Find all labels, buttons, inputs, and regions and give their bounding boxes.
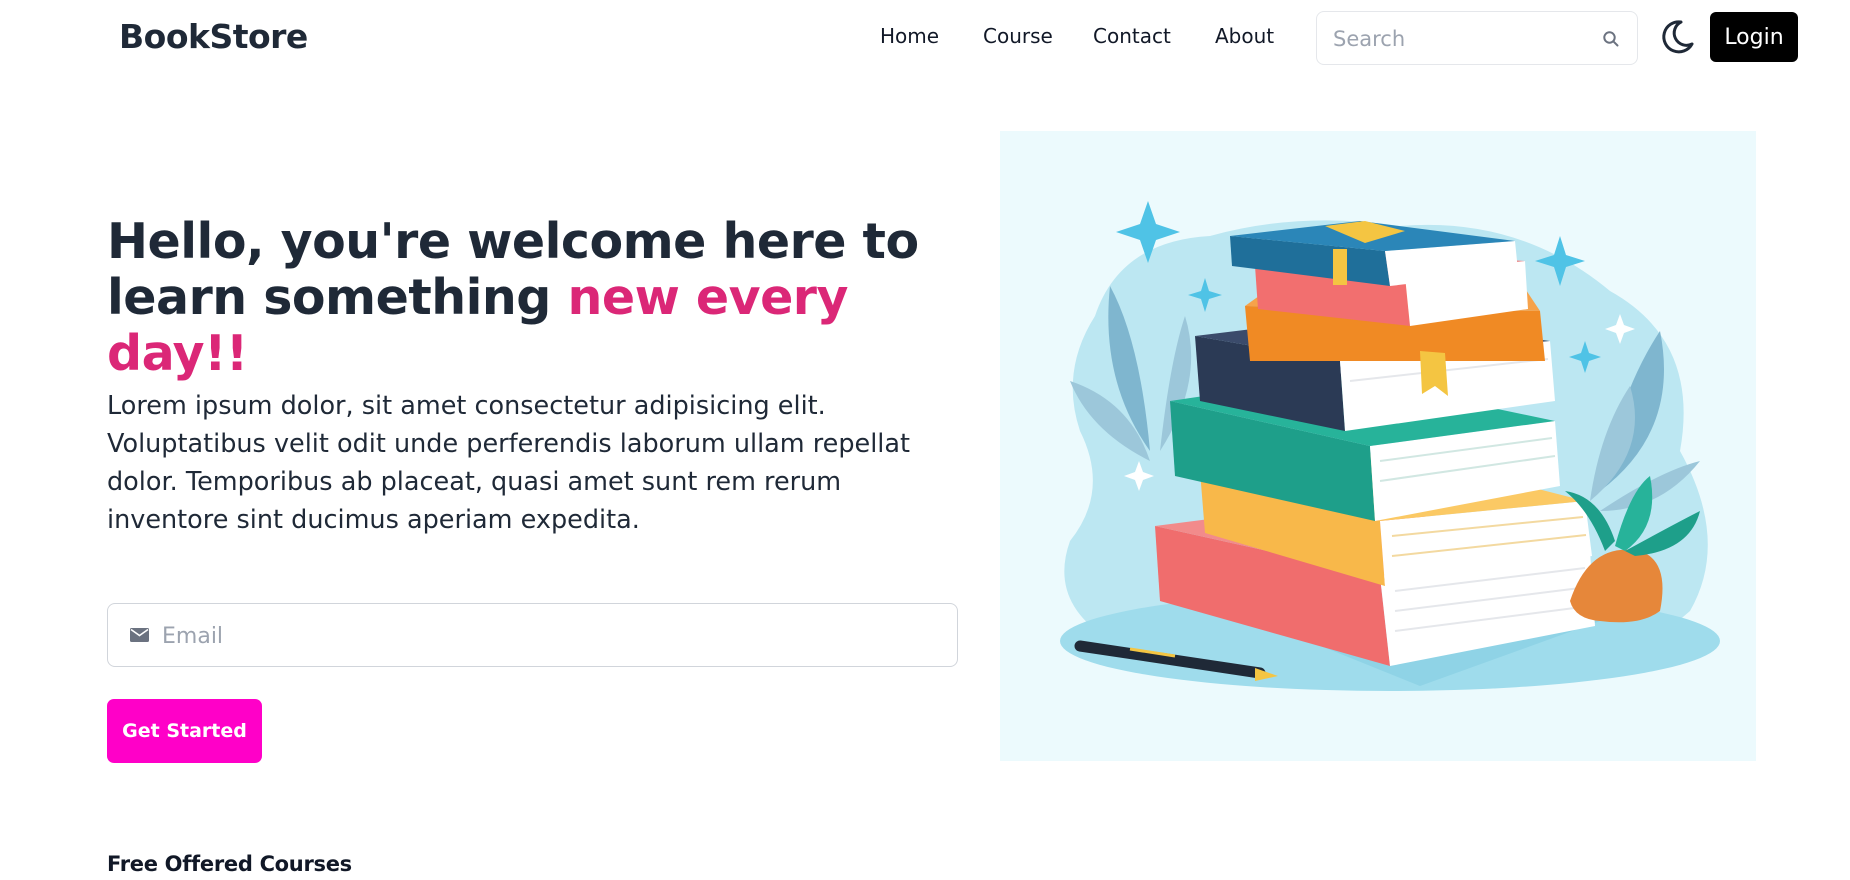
search-icon[interactable]	[1601, 29, 1621, 49]
search-box	[1316, 11, 1638, 65]
brand-logo[interactable]: BookStore	[119, 17, 308, 56]
hero-description: Lorem ipsum dolor, sit amet consectetur …	[107, 391, 911, 535]
free-courses-heading: Free Offered Courses	[107, 852, 352, 876]
books-illustration	[1060, 201, 1720, 691]
nav-link-about[interactable]: About	[1215, 24, 1274, 48]
nav-link-contact[interactable]: Contact	[1093, 24, 1171, 48]
login-button[interactable]: Login	[1710, 12, 1798, 62]
mail-icon	[130, 628, 149, 642]
search-input[interactable]	[1333, 25, 1583, 53]
nav-link-course[interactable]: Course	[983, 24, 1053, 48]
email-input[interactable]	[162, 620, 922, 652]
nav-link-home[interactable]: Home	[880, 24, 939, 48]
hero-title: Hello, you're welcome here to learn some…	[107, 214, 947, 382]
email-field	[107, 603, 958, 667]
navbar: BookStore Home Course Contact About Logi…	[0, 0, 1850, 75]
get-started-button[interactable]: Get Started	[107, 699, 262, 763]
moon-icon[interactable]	[1657, 17, 1697, 57]
hero-illustration	[1000, 131, 1756, 761]
